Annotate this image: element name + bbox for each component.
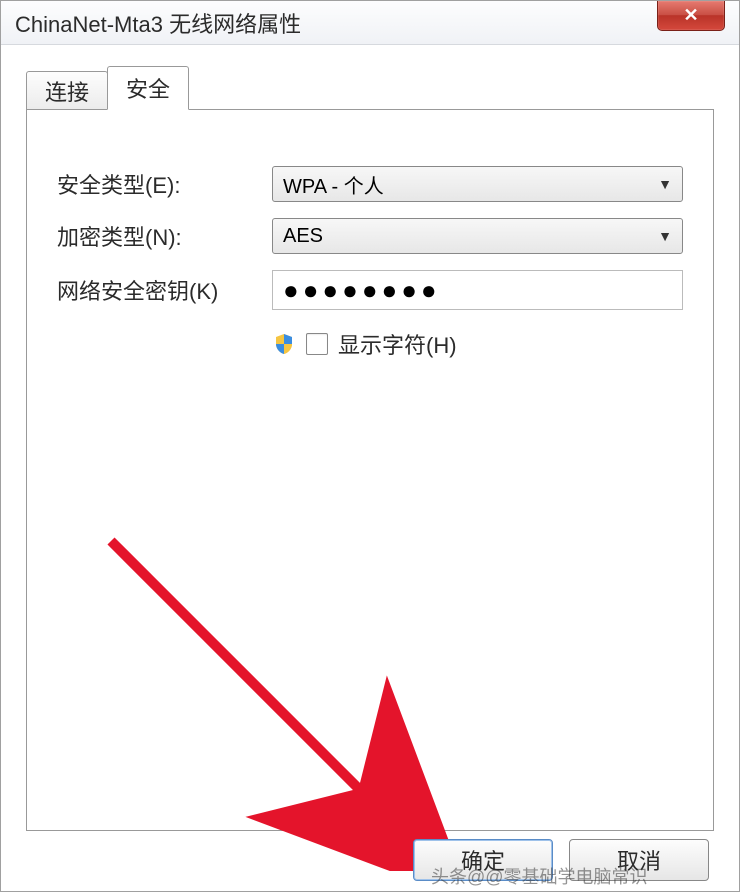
window-title: ChinaNet-Mta3 无线网络属性 [15,7,301,39]
close-button[interactable]: ✕ [657,1,725,31]
tab-strip: 连接 安全 [26,65,714,109]
row-show-chars: 显示字符(H) [272,328,683,360]
tab-connect-label: 连接 [45,75,89,107]
tab-panel-security: 安全类型(E): WPA - 个人 ▼ 加密类型(N): AES ▼ 网络安全密… [26,109,714,831]
security-type-combo[interactable]: WPA - 个人 ▼ [272,166,683,202]
security-type-value: WPA - 个人 [283,170,384,199]
row-network-key: 网络安全密钥(K) ●●●●●●●● [57,270,683,310]
show-chars-checkbox[interactable] [306,333,328,355]
tab-container: 连接 安全 安全类型(E): WPA - 个人 ▼ 加密类型(N): AES ▼ [26,65,714,831]
dialog-window: ChinaNet-Mta3 无线网络属性 ✕ 连接 安全 安全类型(E): WP… [0,0,740,892]
encryption-type-combo[interactable]: AES ▼ [272,218,683,254]
titlebar: ChinaNet-Mta3 无线网络属性 ✕ [1,1,739,45]
tab-connect[interactable]: 连接 [26,71,108,109]
row-encryption-type: 加密类型(N): AES ▼ [57,218,683,254]
network-key-label: 网络安全密钥(K) [57,274,272,306]
row-security-type: 安全类型(E): WPA - 个人 ▼ [57,166,683,202]
network-key-input[interactable]: ●●●●●●●● [272,270,683,310]
chevron-down-icon: ▼ [658,176,672,192]
encryption-type-label: 加密类型(N): [57,220,272,252]
show-chars-label: 显示字符(H) [338,328,457,360]
uac-shield-icon [272,332,296,356]
watermark-text: 头条@@零基础学电脑常识 [431,863,648,889]
security-type-label: 安全类型(E): [57,168,272,200]
network-key-masked: ●●●●●●●● [283,277,441,303]
close-icon: ✕ [683,5,698,26]
chevron-down-icon: ▼ [658,228,672,244]
encryption-type-value: AES [283,225,323,248]
tab-security[interactable]: 安全 [107,66,189,110]
tab-security-label: 安全 [126,72,170,104]
